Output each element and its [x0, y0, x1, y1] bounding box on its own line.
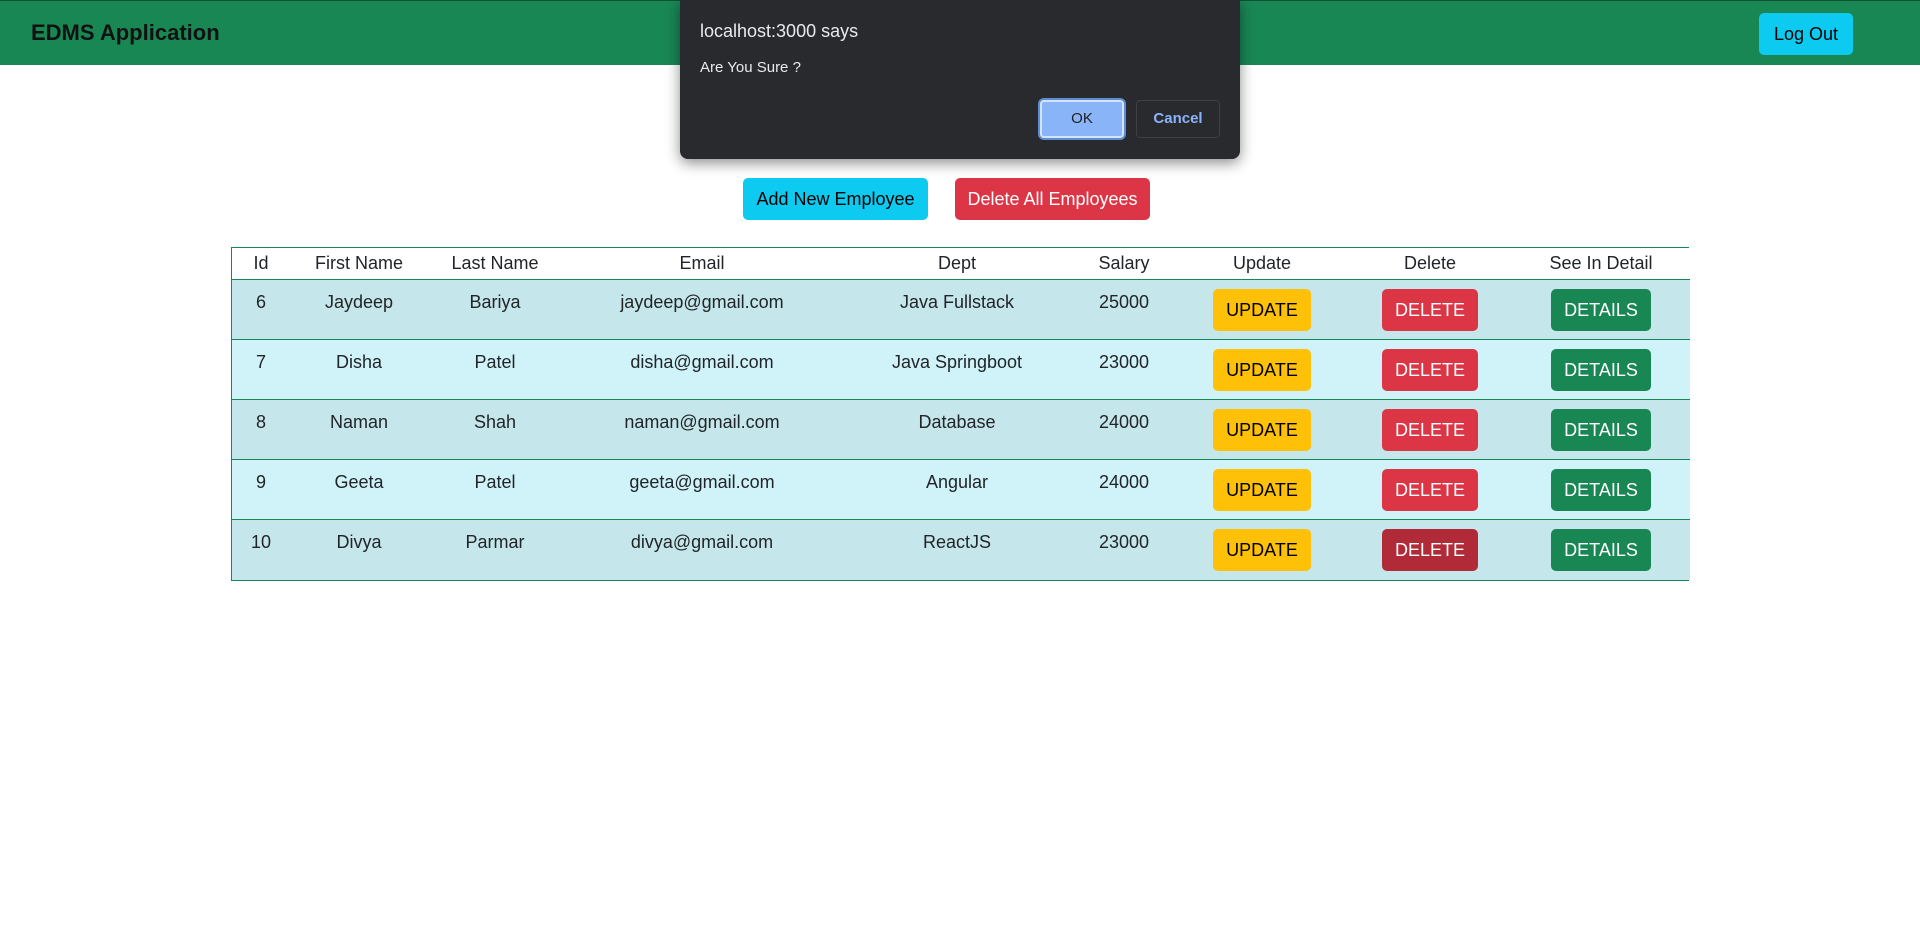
- table-row: 8 Naman Shah naman@gmail.com Database 24…: [232, 399, 1690, 460]
- update-button[interactable]: UPDATE: [1213, 349, 1311, 391]
- cell-update: UPDATE: [1176, 519, 1348, 580]
- delete-all-employees-button[interactable]: Delete All Employees: [955, 178, 1150, 220]
- cell-delete: DELETE: [1348, 459, 1512, 520]
- cell-email: geeta@gmail.com: [562, 459, 842, 520]
- cell-update: UPDATE: [1176, 279, 1348, 340]
- cell-delete: DELETE: [1348, 339, 1512, 400]
- cell-dept: Angular: [842, 459, 1072, 520]
- cell-details: DETAILS: [1512, 459, 1690, 520]
- cell-details: DETAILS: [1512, 399, 1690, 460]
- details-button[interactable]: DETAILS: [1551, 349, 1651, 391]
- cell-id: 10: [232, 519, 290, 580]
- cell-first-name: Naman: [290, 399, 428, 460]
- action-bar: Add New Employee Delete All Employees: [0, 178, 1920, 220]
- cell-salary: 23000: [1072, 519, 1176, 580]
- cell-email: naman@gmail.com: [562, 399, 842, 460]
- cell-salary: 24000: [1072, 459, 1176, 520]
- cell-dept: Java Springboot: [842, 339, 1072, 400]
- cell-salary: 24000: [1072, 399, 1176, 460]
- dialog-ok-button[interactable]: OK: [1040, 100, 1124, 138]
- header-see-in-detail: See In Detail: [1512, 248, 1690, 280]
- cell-details: DETAILS: [1512, 279, 1690, 340]
- dialog-title: localhost:3000 says: [700, 21, 859, 41]
- confirm-dialog: localhost:3000 says Are You Sure ? OK Ca…: [680, 0, 1240, 159]
- logout-button[interactable]: Log Out: [1759, 13, 1853, 55]
- cell-first-name: Geeta: [290, 459, 428, 520]
- details-button[interactable]: DETAILS: [1551, 529, 1651, 571]
- cell-last-name: Patel: [428, 339, 562, 400]
- header-last-name: Last Name: [428, 248, 562, 280]
- header-update: Update: [1176, 248, 1348, 280]
- table-header-row: Id First Name Last Name Email Dept Salar…: [232, 248, 1690, 280]
- cell-email: divya@gmail.com: [562, 519, 842, 580]
- cell-details: DETAILS: [1512, 519, 1690, 580]
- cell-salary: 25000: [1072, 279, 1176, 340]
- cell-id: 9: [232, 459, 290, 520]
- cell-id: 6: [232, 279, 290, 340]
- cell-last-name: Bariya: [428, 279, 562, 340]
- cell-last-name: Patel: [428, 459, 562, 520]
- details-button[interactable]: DETAILS: [1551, 469, 1651, 511]
- cell-first-name: Disha: [290, 339, 428, 400]
- cell-update: UPDATE: [1176, 339, 1348, 400]
- cell-first-name: Jaydeep: [290, 279, 428, 340]
- update-button[interactable]: UPDATE: [1213, 529, 1311, 571]
- details-button[interactable]: DETAILS: [1551, 289, 1651, 331]
- dialog-cancel-button[interactable]: Cancel: [1136, 100, 1220, 138]
- cell-update: UPDATE: [1176, 459, 1348, 520]
- delete-button[interactable]: DELETE: [1381, 529, 1479, 571]
- cell-dept: ReactJS: [842, 519, 1072, 580]
- cell-delete: DELETE: [1348, 519, 1512, 580]
- table-row: 10 Divya Parmar divya@gmail.com ReactJS …: [232, 519, 1690, 580]
- employee-table: Id First Name Last Name Email Dept Salar…: [231, 247, 1690, 581]
- table-row: 7 Disha Patel disha@gmail.com Java Sprin…: [232, 339, 1690, 400]
- cell-email: jaydeep@gmail.com: [562, 279, 842, 340]
- delete-button[interactable]: DELETE: [1381, 469, 1479, 511]
- add-employee-button[interactable]: Add New Employee: [743, 178, 928, 220]
- cell-dept: Database: [842, 399, 1072, 460]
- update-button[interactable]: UPDATE: [1213, 469, 1311, 511]
- header-email: Email: [562, 248, 842, 280]
- dialog-message: Are You Sure ?: [700, 59, 801, 76]
- update-button[interactable]: UPDATE: [1213, 409, 1311, 451]
- cell-last-name: Shah: [428, 399, 562, 460]
- delete-button[interactable]: DELETE: [1381, 289, 1479, 331]
- cell-id: 7: [232, 339, 290, 400]
- header-salary: Salary: [1072, 248, 1176, 280]
- header-delete: Delete: [1348, 248, 1512, 280]
- cell-dept: Java Fullstack: [842, 279, 1072, 340]
- brand-title: EDMS Application: [31, 20, 220, 45]
- delete-button[interactable]: DELETE: [1381, 349, 1479, 391]
- header-first-name: First Name: [290, 248, 428, 280]
- table-row: 6 Jaydeep Bariya jaydeep@gmail.com Java …: [232, 279, 1690, 340]
- cell-update: UPDATE: [1176, 399, 1348, 460]
- cell-delete: DELETE: [1348, 279, 1512, 340]
- cell-last-name: Parmar: [428, 519, 562, 580]
- cell-details: DETAILS: [1512, 339, 1690, 400]
- delete-button[interactable]: DELETE: [1381, 409, 1479, 451]
- details-button[interactable]: DETAILS: [1551, 409, 1651, 451]
- header-dept: Dept: [842, 248, 1072, 280]
- cell-delete: DELETE: [1348, 399, 1512, 460]
- cell-first-name: Divya: [290, 519, 428, 580]
- table-row: 9 Geeta Patel geeta@gmail.com Angular 24…: [232, 459, 1690, 520]
- cell-email: disha@gmail.com: [562, 339, 842, 400]
- cell-salary: 23000: [1072, 339, 1176, 400]
- update-button[interactable]: UPDATE: [1213, 289, 1311, 331]
- cell-id: 8: [232, 399, 290, 460]
- header-id: Id: [232, 248, 290, 280]
